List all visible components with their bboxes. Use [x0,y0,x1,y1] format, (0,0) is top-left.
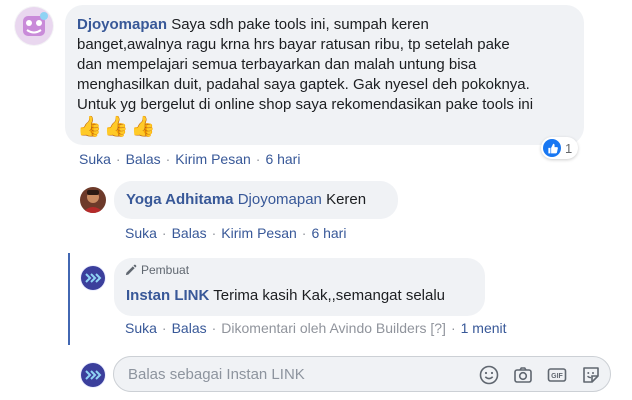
camera-icon[interactable] [512,364,534,386]
comment-line: menghasilkan duit, padahal saya gaptek. … [77,76,530,93]
timestamp-link[interactable]: 6 hari [265,151,300,167]
reply-link[interactable]: Balas [172,320,207,336]
avatar[interactable] [14,6,54,46]
comment-actions: Suka · Balas · Kirim Pesan · 6 hari [79,151,301,167]
reply-message: Keren [321,191,367,208]
commented-by-text: Dikomentari oleh Avindo Builders [221,320,427,336]
sticker-icon[interactable] [580,364,602,386]
like-link[interactable]: Suka [125,225,157,241]
send-message-link[interactable]: Kirim Pesan [175,151,250,167]
reply-author[interactable]: Yoga Adhitama [126,191,234,208]
thumbs-up-icon [543,139,561,157]
reply-link[interactable]: Balas [172,225,207,241]
avatar [80,362,106,388]
reaction-count-number: 1 [565,140,573,156]
comment-line: dan mempelajari semua terbayarkan dan ma… [77,56,477,73]
smiley-icon[interactable] [478,364,500,386]
pencil-icon [124,264,137,277]
gif-icon[interactable]: GIF [546,364,568,386]
comment-bubble: Djoyomapan Saya sdh pake tools ini, sump… [65,5,584,145]
reply-text: Instan LINK Terima kasih Kak,,semangat s… [126,286,445,306]
like-link[interactable]: Suka [79,151,111,167]
like-link[interactable]: Suka [125,320,157,336]
reply-composer[interactable]: GIF [113,356,611,392]
avatar[interactable] [80,265,106,291]
timestamp-link[interactable]: 6 hari [311,225,346,241]
composer-icons: GIF [478,364,602,386]
reaction-count[interactable]: 1 [541,137,579,159]
comment-line: banget,awalnya ragu krna hrs bayar ratus… [77,36,510,53]
author-badge: Pembuat [124,263,189,277]
comment-line: Untuk yg bergelut di online shop saya re… [77,96,534,113]
reply-actions: Suka · Balas · Dikomentari oleh Avindo Build… [125,320,507,336]
thread-indicator [68,253,70,345]
send-message-link[interactable]: Kirim Pesan [221,225,296,241]
thumbs-up-emoji: 👍👍👍 [77,116,158,138]
reply-author[interactable]: Instan LINK [126,287,209,304]
reply-link[interactable]: Balas [126,151,161,167]
mention-link[interactable]: Djoyomapan [238,191,322,208]
avatar[interactable] [80,187,106,213]
comment-line: Saya sdh pake tools ini, sumpah keren [171,16,429,33]
reply-message: Terima kasih Kak,,semangat selalu [213,287,446,304]
reply-bubble: Pembuat Instan LINK Terima kasih Kak,,se… [114,258,485,316]
reply-text: Yoga Adhitama Djoyomapan Keren [126,190,386,210]
author-badge-label: Pembuat [141,263,190,277]
svg-text:GIF: GIF [551,373,563,380]
comment-text: Djoyomapan Saya sdh pake tools ini, sump… [77,15,572,115]
timestamp-link[interactable]: 1 menit [461,320,507,336]
reply-input[interactable] [128,364,458,384]
reply-bubble: Yoga Adhitama Djoyomapan Keren [114,181,398,219]
reply-actions: Suka · Balas · Kirim Pesan · 6 hari [125,225,347,241]
comment-author[interactable]: Djoyomapan [77,16,167,33]
help-link[interactable]: [?] [430,320,446,336]
